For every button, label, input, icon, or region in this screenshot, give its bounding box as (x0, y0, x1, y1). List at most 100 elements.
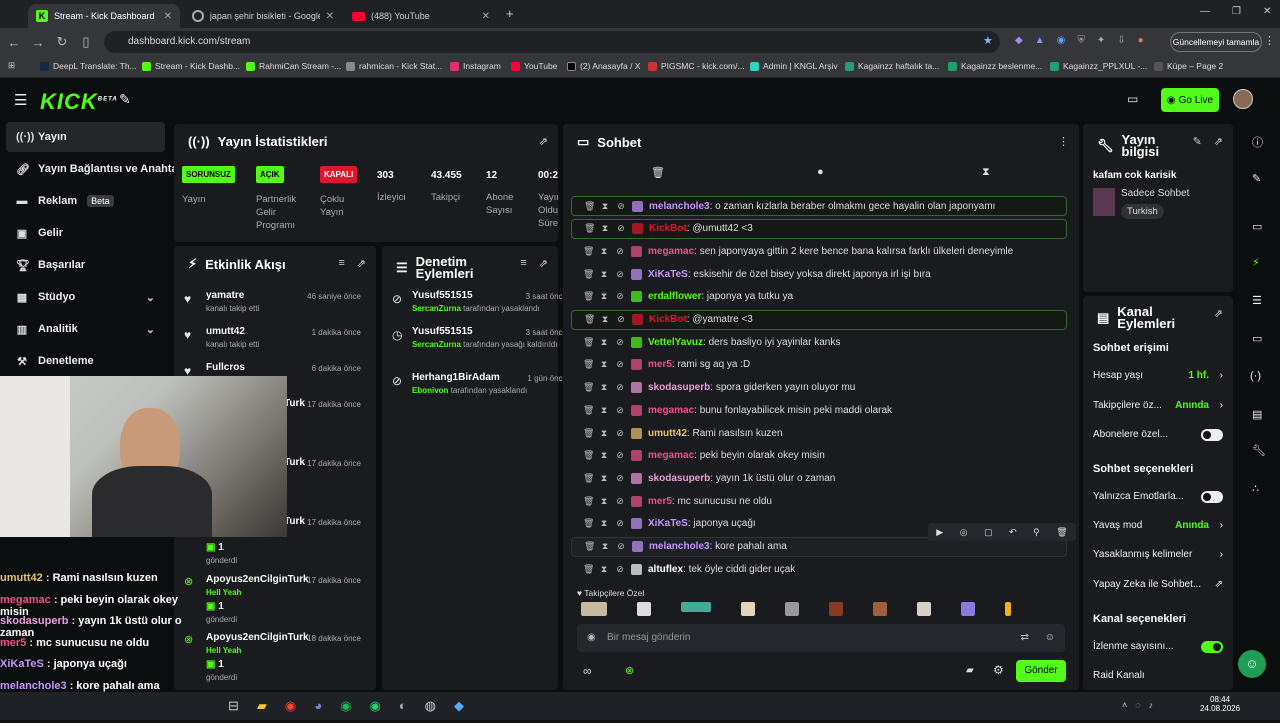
tab-youtube[interactable]: (488) YouTube ✕ (344, 4, 498, 28)
chat-username[interactable]: XiKaTeS (648, 269, 688, 280)
emote[interactable] (637, 602, 651, 616)
card-icon[interactable]: ▭ (1252, 220, 1262, 233)
hourglass-icon[interactable]: ⧗ (600, 223, 610, 234)
chat-message[interactable]: 🗑︎ ⧗ ⊘ erdalflower: japonya ya tutku ya (571, 287, 1067, 307)
hourglass-icon[interactable]: ⧗ (599, 246, 609, 257)
chat-message[interactable]: 🗑︎ ⧗ ⊘ megamac: bunu fonlayabilicek misin p… (571, 400, 1067, 420)
send-button[interactable]: Gönder (1016, 660, 1066, 682)
emote[interactable] (681, 602, 711, 612)
delete-icon[interactable]: 🗑︎ (584, 201, 595, 212)
category-name[interactable]: Sadece Sohbet (1121, 188, 1189, 199)
wrench-icon[interactable]: 🔧︎ (1252, 444, 1266, 457)
card-icon[interactable]: ▭ (1127, 92, 1138, 106)
bookmark[interactable]: (2) Anasayfa / X (567, 61, 640, 71)
menu-icon[interactable]: ⋮ (1264, 34, 1275, 47)
ban-icon[interactable]: ⊘ (615, 405, 625, 416)
hourglass-icon[interactable]: ⧗ (599, 496, 609, 507)
ai-chat-setting[interactable]: Yapay Zeka ile Sohbet... ⇗ (1093, 579, 1223, 590)
chat-username[interactable]: erdalflower (648, 291, 701, 302)
delete-icon[interactable]: 🗑︎ (584, 223, 595, 234)
delete-icon[interactable]: 🗑︎ (1056, 527, 1067, 538)
hourglass-icon[interactable]: ⧗ (599, 473, 609, 484)
bookmark[interactable]: Admin | KNGL Arşiv (750, 61, 838, 71)
trash-tab-icon[interactable]: 🗑︎ (651, 166, 665, 179)
bookmark[interactable]: rahmican - Kick Stat... (346, 61, 442, 71)
raid-channel-setting[interactable]: Raid Kanalı (1093, 670, 1223, 681)
chat-message[interactable]: 🗑︎ ⧗ ⊘ melanchole3: o zaman kızlarla berabe… (571, 196, 1067, 216)
hourglass-icon[interactable]: ⧗ (600, 541, 610, 552)
extension-icon[interactable]: ▲ (1035, 35, 1045, 46)
list-icon[interactable]: ☰ (1252, 294, 1262, 307)
minimize-icon[interactable]: — (1200, 6, 1210, 17)
emotes-only-toggle[interactable] (1201, 490, 1223, 503)
delete-icon[interactable]: 🗑︎ (583, 564, 594, 575)
download-icon[interactable]: ⇩ (1117, 35, 1125, 46)
bookmark[interactable]: Kagainzz haftalık ta... (845, 61, 939, 71)
profile-icon[interactable]: ● (1138, 35, 1144, 46)
chat-username[interactable]: altuflex (648, 564, 683, 575)
hourglass-icon[interactable]: ⧗ (599, 337, 609, 348)
chat-message[interactable]: 🗑︎ ⧗ ⊘ altuflex: tek öyle ciddi gider uçak (571, 559, 1067, 579)
new-tab-icon[interactable]: + (506, 6, 514, 21)
hourglass-icon[interactable]: ⧗ (600, 201, 610, 212)
chat-username[interactable]: mer5 (648, 496, 672, 507)
update-button[interactable]: Güncellemeyi tamamla (1170, 32, 1262, 52)
ban-icon[interactable]: ⊘ (615, 382, 625, 393)
delete-icon[interactable]: 🗑︎ (583, 473, 594, 484)
popout-icon[interactable]: ⇗ (539, 257, 548, 270)
popout-icon[interactable]: ⇗ (539, 135, 548, 148)
bookmark[interactable]: PIGSMC - kick.com/... (648, 61, 745, 71)
apps-icon[interactable]: ⊞ (8, 60, 15, 71)
help-chat-button[interactable]: ☺ (1238, 650, 1266, 678)
sidebar-toggle-icon[interactable]: ▯ (74, 34, 98, 50)
delete-icon[interactable]: 🗑︎ (583, 246, 594, 257)
chat-username[interactable]: melanchole3 (649, 201, 710, 212)
chat-username[interactable]: megamac (648, 450, 694, 461)
chat-username[interactable]: umutt42 (648, 428, 687, 439)
delete-icon[interactable]: 🗑︎ (583, 496, 594, 507)
back-icon[interactable]: ← (2, 35, 26, 50)
delete-icon[interactable]: 🗑︎ (583, 405, 594, 416)
hamburger-icon[interactable]: ☰ (14, 91, 27, 109)
explorer-icon[interactable]: ▰ (257, 698, 267, 714)
pin-icon[interactable]: ⚲ (1033, 527, 1040, 538)
kick-logo[interactable]: KICKBETA (40, 89, 118, 115)
delete-icon[interactable]: 🗑︎ (583, 428, 594, 439)
account-age-setting[interactable]: Hesap yaşı 1 hf. › (1093, 370, 1223, 381)
chat-username[interactable]: XiKaTeS (648, 518, 688, 529)
chat-message[interactable]: 🗑︎ ⧗ ⊘ XiKaTeS: eskisehir de özel bisey yok… (571, 264, 1067, 284)
ban-icon[interactable]: ⊘ (615, 428, 625, 439)
bookmark[interactable]: Kagainzz beslenme... (948, 61, 1042, 71)
hourglass-tab-icon[interactable]: ⧗ (982, 166, 990, 179)
hourglass-icon[interactable]: ⧗ (599, 269, 609, 280)
delete-icon[interactable]: 🗑︎ (583, 450, 594, 461)
chat-message[interactable]: 🗑︎ ⧗ ⊘ skodasuperb: yayın 1k üstü olur o za… (571, 468, 1067, 488)
whatsapp-icon[interactable]: ◉ (369, 698, 380, 714)
reload-icon[interactable]: ↻ (50, 34, 74, 50)
chat-username[interactable]: megamac (648, 246, 694, 257)
emote[interactable] (1005, 602, 1011, 616)
bookmark[interactable]: Instagram (450, 61, 501, 71)
bookmark[interactable]: RahmiCan Stream -... (246, 61, 341, 71)
chat-message[interactable]: 🗑︎ ⧗ ⊘ mer5: mc sunucusu ne oldu (571, 491, 1067, 511)
hourglass-icon[interactable]: ⧗ (599, 405, 609, 416)
spotify-icon[interactable]: ◉ (340, 698, 351, 714)
ban-icon[interactable]: ⊘ (615, 496, 625, 507)
hourglass-icon[interactable]: ⧗ (599, 382, 609, 393)
subs-only-setting[interactable]: Abonelere özel... (1093, 428, 1223, 441)
chat-username[interactable]: melanchole3 (649, 541, 710, 552)
ban-icon[interactable]: ⊘ (615, 269, 625, 280)
chat-username[interactable]: skodasuperb (648, 473, 710, 484)
taskview-icon[interactable]: ⊟ (228, 698, 239, 714)
emote[interactable] (829, 602, 843, 616)
chat-tab-icon[interactable]: ● (817, 166, 824, 178)
emotes-only-setting[interactable]: Yalnızca Emotlarla... (1093, 490, 1223, 503)
extension-icon[interactable]: ◆ (1015, 35, 1023, 46)
tab-kick-dashboard[interactable]: K Stream - Kick Dashboard ✕ (28, 4, 180, 28)
discord-icon[interactable]: ◕ (314, 698, 322, 714)
edit-icon[interactable]: ✎ (1193, 135, 1202, 148)
emote[interactable] (873, 602, 887, 616)
chat-message[interactable]: 🗑︎ ⧗ ⊘ KickBot: @umutt42 <3 (571, 218, 1067, 239)
puzzle-icon[interactable]: ✦ (1097, 35, 1105, 46)
emoji-icon[interactable]: ☺ (1045, 624, 1055, 652)
